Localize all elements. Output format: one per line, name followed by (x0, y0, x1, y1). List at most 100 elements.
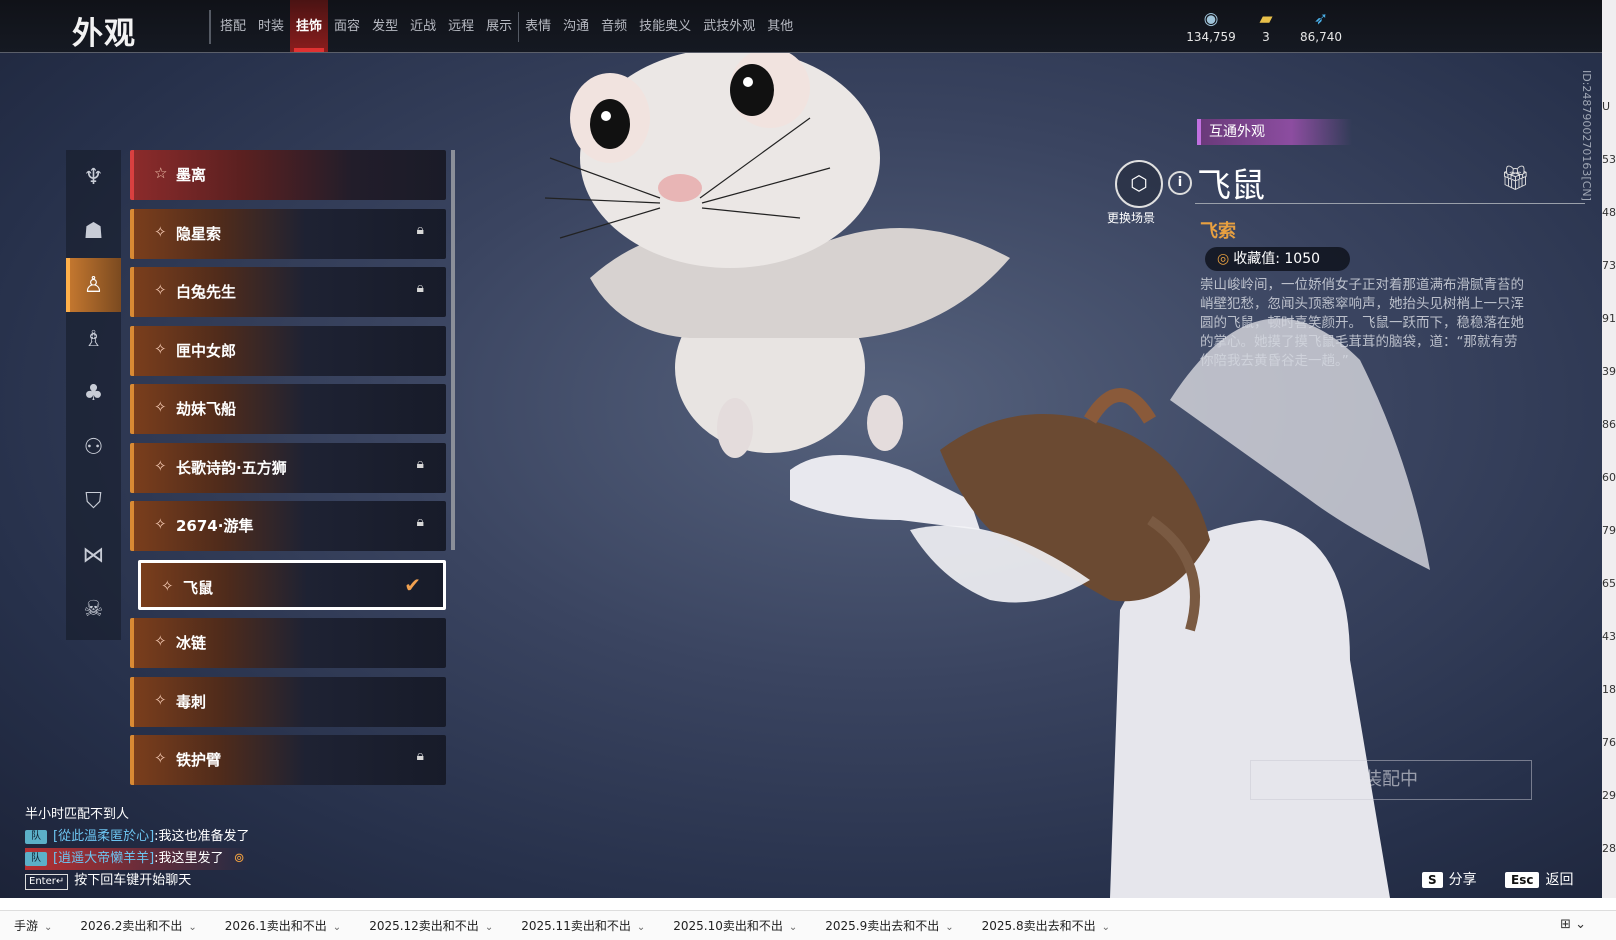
mask-accessory-icon: ⚇ (83, 434, 104, 460)
demon-mask-icon: ☠ (83, 596, 104, 622)
player-id: ID:2487900270163[CN] (1580, 70, 1593, 201)
hand-accessory-icon: ♙ (83, 272, 104, 298)
category-6[interactable]: ⛉ (66, 474, 121, 528)
interop-tag: 互通外观 (1197, 119, 1352, 145)
category-0[interactable]: ♆ (66, 150, 121, 204)
sheet-tab-label: 2025.9卖出去和不出 (825, 919, 940, 933)
tab-8[interactable]: 表情 (519, 0, 557, 52)
accessory-item[interactable]: ✧ 冰链 (130, 618, 446, 668)
tab-10[interactable]: 音频 (595, 0, 633, 52)
change-scene-button[interactable]: ⬡ (1115, 160, 1163, 208)
item-description: 崇山峻岭间，一位娇俏女子正对着那道满布滑腻青苔的峭壁犯愁，忽闻头顶窸窣响声，她抬… (1200, 277, 1524, 369)
sheet-tab-label: 2025.11卖出和不出 (521, 919, 631, 933)
category-4[interactable]: ♣ (66, 366, 121, 420)
accessory-item[interactable]: ✧ 毒刺 (130, 676, 446, 727)
lock-icon: 🔒︎ (416, 280, 424, 296)
sheet-cell-value: 910 (1602, 312, 1616, 325)
chevron-down-icon: ⌄ (945, 922, 954, 933)
category-8[interactable]: ☠ (66, 582, 121, 636)
page-title: 外观 (72, 16, 136, 52)
sheet-tab[interactable]: 2025.12卖出和不出 ⌄ (355, 917, 507, 934)
back-button[interactable]: Esc 返回 (1505, 869, 1573, 889)
sheet-tab[interactable]: 2026.1卖出和不出 ⌄ (211, 917, 355, 934)
bow-accessory-icon: ⋈ (82, 542, 105, 568)
sheet-tab[interactable]: 手游 ⌄ (0, 917, 66, 934)
collect-value-badge: ◎ 收藏值: 1050 (1205, 247, 1350, 271)
name-divider (1195, 203, 1585, 204)
lock-icon: 🔒︎ (416, 455, 424, 472)
tab-4[interactable]: 发型 (366, 0, 404, 52)
sheet-tab[interactable]: 2026.2卖出和不出 ⌄ (66, 917, 210, 934)
tab-13[interactable]: 其他 (761, 0, 799, 52)
face-accessory-icon: ☗ (83, 218, 104, 244)
chat-nick[interactable]: [從此溫柔匿於心] (53, 829, 154, 844)
category-2[interactable]: ♙ (66, 258, 121, 312)
tab-11[interactable]: 技能奥义 (633, 0, 697, 52)
item-label: 毒刺 (176, 692, 207, 711)
chevron-down-icon: ⌄ (1101, 922, 1111, 933)
category-1[interactable]: ☗ (66, 204, 121, 258)
accessory-item[interactable]: ✧ 隐星索 🔒︎ (130, 208, 446, 259)
tab-0[interactable]: 搭配 (214, 0, 252, 52)
tab-5[interactable]: 近战 (404, 0, 442, 52)
info-icon[interactable]: i (1168, 171, 1192, 195)
accessory-item[interactable]: ✧ 飞鼠 ✔ (138, 559, 446, 610)
sheet-cell-value: 430 (1602, 630, 1616, 643)
sheet-tab[interactable]: 2025.11卖出和不出 ⌄ (507, 917, 659, 934)
grid-view-icon[interactable]: ⊞ ⌄ (1560, 917, 1586, 932)
item-label: 冰链 (176, 634, 207, 652)
equipped-button[interactable]: 装配中 (1250, 760, 1532, 800)
accessory-item[interactable]: ✧ 2674·游隼 🔒︎ (130, 501, 446, 551)
rarity-icon: ☆ (154, 164, 168, 182)
share-button[interactable]: S 分享 (1422, 869, 1477, 889)
rarity-icon: ✧ (154, 398, 167, 416)
item-label: 飞鼠 (183, 578, 214, 597)
accessory-item[interactable]: ✧ 白兔先生 🔒︎ (130, 267, 446, 317)
category-5[interactable]: ⚇ (66, 420, 121, 474)
tab-6[interactable]: 远程 (442, 0, 480, 52)
tab-7[interactable]: 展示 (480, 0, 518, 52)
sheet-cell-value: 280 (1602, 842, 1616, 855)
chat-nick[interactable]: [逍遥大帝懒羊羊] (53, 851, 154, 866)
team-channel-icon: 队 (25, 829, 47, 844)
tab-1[interactable]: 时装 (252, 0, 290, 52)
accessory-item[interactable]: ✧ 劫妹飞船 (130, 384, 446, 434)
chat-input-hint[interactable]: Enter↵ 按下回车键开始聊天 (25, 870, 250, 892)
rarity-icon: ✧ (154, 690, 167, 709)
chevron-down-icon: ⌄ (788, 922, 798, 933)
sheet-tab[interactable]: 2025.9卖出去和不出 ⌄ (811, 917, 967, 934)
sheet-cell-value: 760 (1602, 736, 1616, 749)
sheet-cell-value: 650 (1602, 577, 1616, 590)
item-label: 2674·游隼 (176, 517, 254, 535)
tab-2[interactable]: 挂饰 (290, 0, 329, 52)
chat-text: :我这里发了 (154, 851, 224, 866)
category-3[interactable]: ♗ (66, 312, 121, 366)
currency-value: 3 (1262, 30, 1270, 44)
sheet-tab[interactable]: 2025.8卖出去和不出 ⌄ (968, 917, 1124, 934)
accessory-item[interactable]: ✧ 铁护臂 🔒︎ (130, 735, 446, 785)
tab-9[interactable]: 沟通 (557, 0, 595, 52)
character-model (790, 318, 1430, 898)
sheet-tabs: 手游 ⌄ 2026.2卖出和不出 ⌄ 2026.1卖出和不出 ⌄ 2025.12卖出和不出 ⌄… (0, 917, 1124, 934)
emote-icon: ⊚ (233, 851, 245, 866)
tab-12[interactable]: 武技外观 (697, 0, 761, 52)
category-7[interactable]: ⋈ (66, 528, 121, 582)
accessory-list: ☆ 墨离 ✧ 隐星索 🔒︎ ✧ 白兔先生 🔒︎ ✧ 匣中女郎 ✧ 劫妹飞船 ✧ 长歌诗韵·五方狮 🔒︎ ✧ 26… (130, 150, 446, 800)
back-accessory-icon: ♣ (83, 380, 104, 406)
team-channel-icon: 队 (25, 851, 47, 866)
lock-icon: 🔒︎ (416, 748, 424, 764)
chevron-down-icon: ⌄ (636, 922, 646, 933)
accessory-item[interactable]: ☆ 墨离 (130, 150, 446, 200)
gift-icon[interactable]: 🎁︎ (1500, 164, 1530, 192)
tab-3[interactable]: 面容 (328, 0, 366, 52)
chat-system-line: 半小时匹配不到人 (25, 807, 130, 822)
chevron-down-icon: ⌄ (332, 922, 342, 933)
accessory-item[interactable]: ✧ 长歌诗韵·五方狮 🔒︎ (130, 442, 446, 493)
list-scrollbar[interactable] (451, 150, 455, 550)
rarity-icon: ✧ (154, 632, 167, 650)
accessory-item[interactable]: ✧ 匣中女郎 (130, 325, 446, 376)
chevron-down-icon: ⌄ (484, 922, 494, 933)
cube-icon: ⬡ (1130, 171, 1148, 195)
rarity-icon: ✧ (154, 222, 167, 241)
sheet-tab[interactable]: 2025.10卖出和不出 ⌄ (659, 917, 811, 934)
